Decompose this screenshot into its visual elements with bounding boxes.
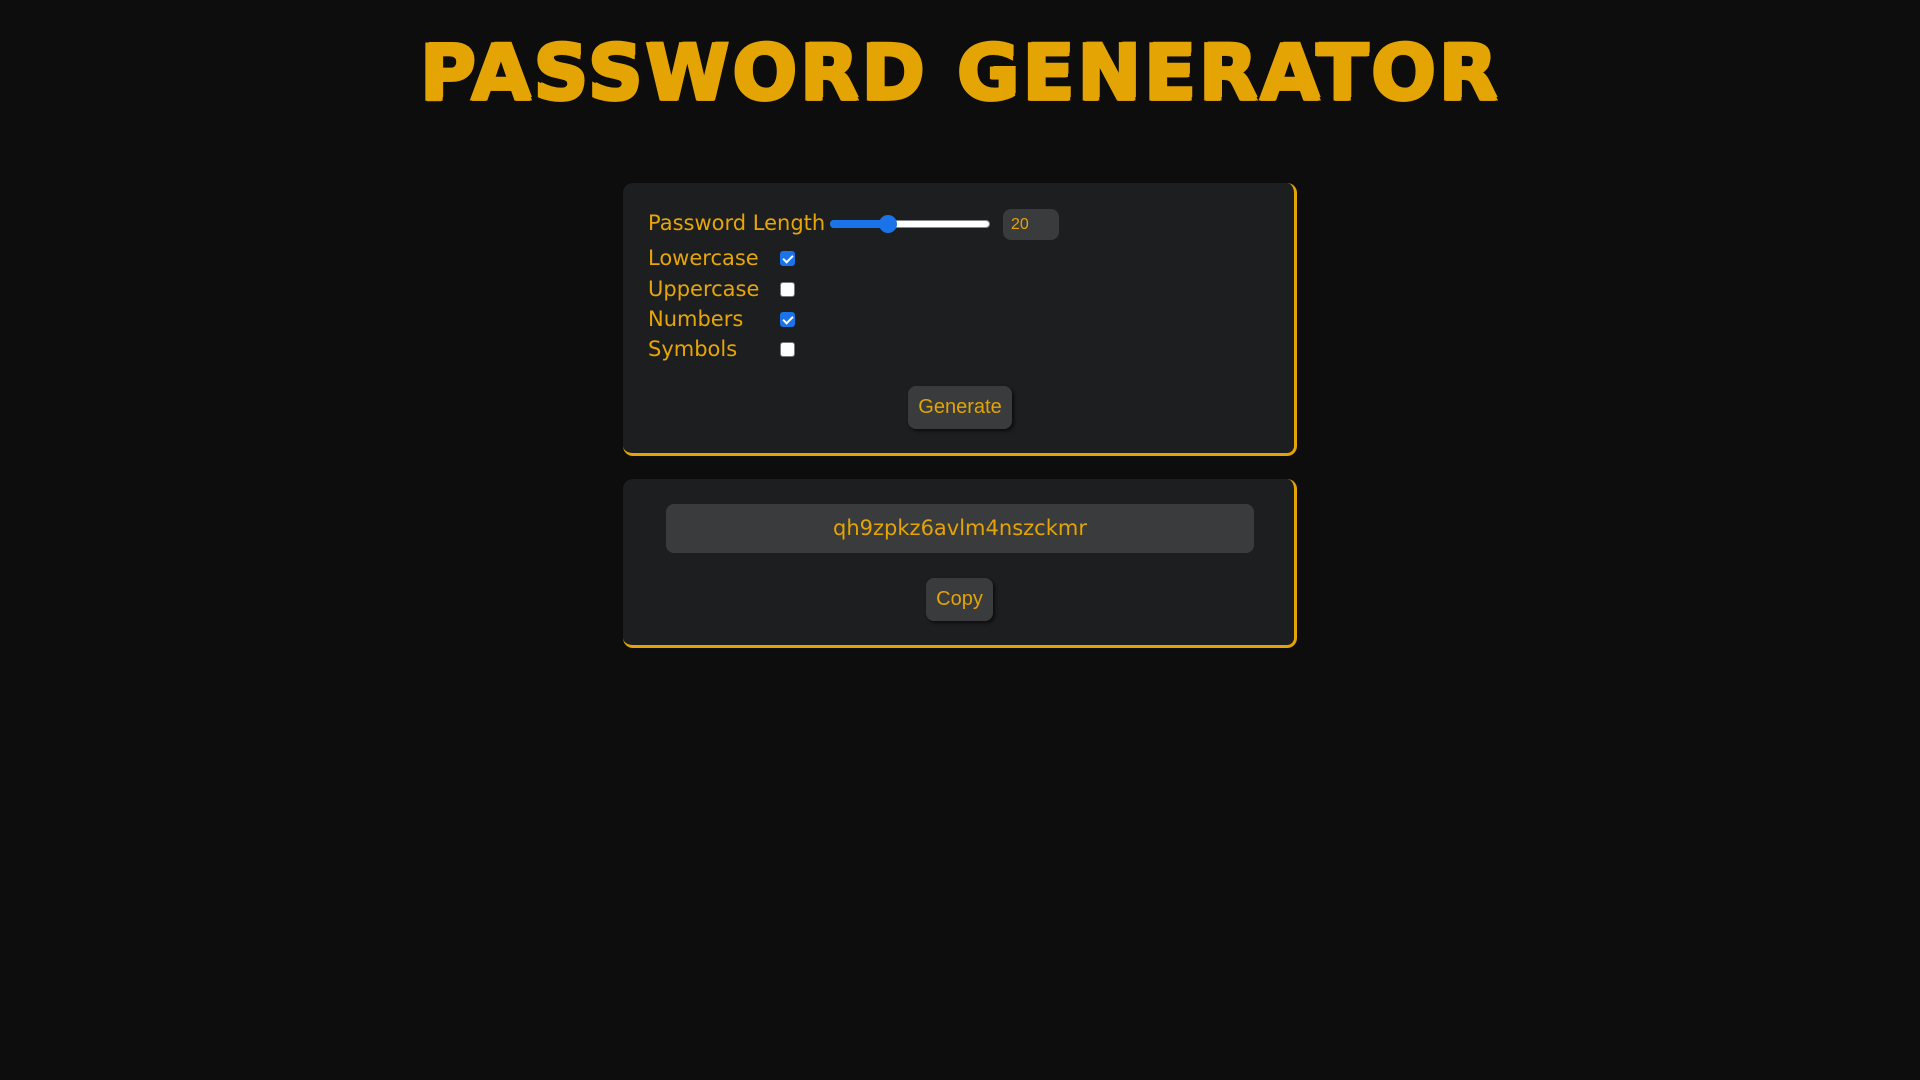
option-label-lowercase: Lowercase	[648, 246, 759, 270]
option-label-uppercase: Uppercase	[648, 277, 760, 301]
slider-thumb[interactable]	[879, 215, 897, 233]
length-slider[interactable]	[830, 214, 990, 234]
option-uppercase: Uppercase	[648, 274, 795, 304]
option-lowercase: Lowercase	[648, 243, 795, 273]
length-label: Password Length	[648, 211, 826, 235]
option-label-numbers: Numbers	[648, 307, 744, 331]
copy-button[interactable]: Copy	[926, 578, 993, 621]
option-numbers: Numbers	[648, 304, 795, 334]
numbers-checkbox[interactable]	[780, 311, 795, 327]
length-row: Password Length	[648, 208, 826, 238]
symbols-checkbox[interactable]	[780, 341, 795, 357]
page-title: PASSWORD GENERATOR	[418, 27, 1501, 119]
lowercase-checkbox[interactable]	[780, 250, 795, 266]
password-output-field[interactable]: qh9zpkz6avlm4nszckmr	[666, 504, 1254, 553]
generate-button[interactable]: Generate	[908, 386, 1012, 429]
option-label-symbols: Symbols	[648, 337, 738, 361]
uppercase-checkbox[interactable]	[780, 281, 795, 297]
option-symbols: Symbols	[648, 334, 795, 364]
length-input[interactable]: 20	[1003, 209, 1059, 240]
page: PASSWORD GENERATOR Password Length 20 Lo…	[0, 0, 1920, 1080]
